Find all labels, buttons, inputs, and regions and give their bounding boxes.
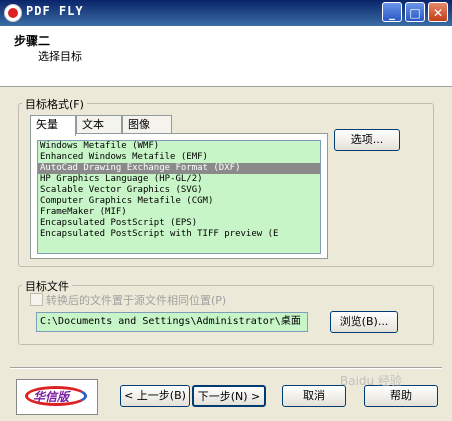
same-location-label: 转换后的文件置于源文件相同位置(P) bbox=[46, 294, 227, 307]
maximize-button[interactable]: □ bbox=[405, 2, 425, 22]
back-button[interactable]: < 上一步(B) bbox=[120, 385, 190, 407]
title-bar[interactable]: PDF FLY _ □ ✕ bbox=[0, 0, 452, 26]
list-item[interactable]: Computer Graphics Metafile (CGM) bbox=[38, 196, 320, 207]
vector-tab-panel: Windows Metafile (WMF) Enhanced Windows … bbox=[30, 133, 328, 259]
step-subtitle: 选择目标 bbox=[38, 50, 82, 63]
options-button[interactable]: 选项... bbox=[334, 129, 400, 151]
list-item[interactable]: Encapsulated PostScript with TIFF previe… bbox=[38, 229, 320, 240]
app-icon[interactable] bbox=[4, 4, 22, 22]
wizard-header: 步骤二 选择目标 bbox=[0, 26, 452, 87]
cancel-button[interactable]: 取消 bbox=[282, 385, 346, 407]
tab-image[interactable]: 图像 bbox=[122, 115, 172, 133]
target-path-field[interactable]: C:\Documents and Settings\Administrator\… bbox=[36, 312, 308, 332]
tab-vector[interactable]: 矢量 bbox=[30, 115, 76, 136]
target-format-label: 目标格式(F) bbox=[22, 96, 87, 112]
step-title: 步骤二 bbox=[14, 34, 51, 48]
list-item[interactable]: HP Graphics Language (HP-GL/2) bbox=[38, 174, 320, 185]
logo-text: 华信版 bbox=[33, 390, 70, 404]
next-button[interactable]: 下一步(N) > bbox=[192, 385, 266, 407]
close-button[interactable]: ✕ bbox=[428, 2, 448, 22]
list-item[interactable]: Encapsulated PostScript (EPS) bbox=[38, 218, 320, 229]
list-item-selected[interactable]: AutoCad Drawing Exchange Format (DXF) bbox=[38, 163, 320, 174]
same-location-checkbox[interactable] bbox=[30, 293, 43, 306]
footer-divider bbox=[10, 367, 442, 369]
browse-button[interactable]: 浏览(B)... bbox=[330, 311, 398, 333]
list-item[interactable]: Scalable Vector Graphics (SVG) bbox=[38, 185, 320, 196]
watermark: Baidu 经验 bbox=[340, 374, 402, 388]
list-item[interactable]: Enhanced Windows Metafile (EMF) bbox=[38, 152, 320, 163]
window-title: PDF FLY bbox=[26, 4, 84, 18]
format-listbox[interactable]: Windows Metafile (WMF) Enhanced Windows … bbox=[37, 140, 321, 254]
list-item[interactable]: Windows Metafile (WMF) bbox=[38, 141, 320, 152]
tab-text[interactable]: 文本 bbox=[76, 115, 122, 133]
minimize-button[interactable]: _ bbox=[382, 2, 402, 22]
list-item[interactable]: FrameMaker (MIF) bbox=[38, 207, 320, 218]
brand-logo: 华信版 bbox=[16, 379, 98, 415]
